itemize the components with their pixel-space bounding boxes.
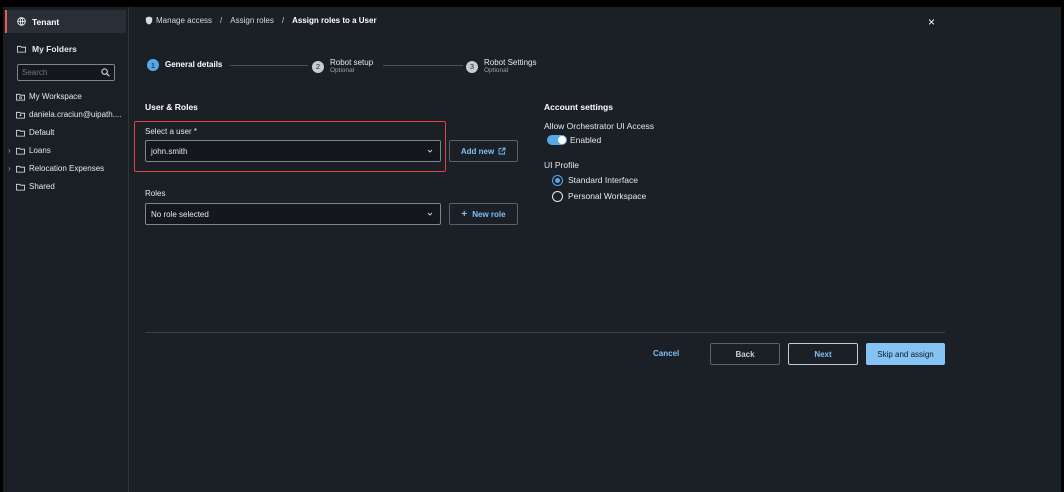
wizard-stepper: 1 General details 2 Robot setup Optional… (147, 59, 547, 79)
sidebar-item-label: Relocation Expenses (29, 164, 105, 173)
breadcrumb-assign-roles[interactable]: Assign roles (230, 16, 274, 25)
ui-access-state: Enabled (570, 135, 602, 145)
step-label: General details (165, 60, 223, 69)
roles-value: No role selected (151, 209, 209, 219)
step-connector (230, 65, 308, 66)
tenant-label: Tenant (32, 16, 60, 27)
ui-profile-label: UI Profile (544, 160, 579, 170)
sidebar-item-loans[interactable]: › Loans (8, 146, 51, 155)
next-button[interactable]: Next (788, 343, 858, 365)
tenant-selector[interactable]: Tenant (5, 10, 126, 33)
breadcrumb-separator: / (281, 16, 285, 25)
globe-icon (17, 17, 26, 26)
chevron-down-icon (427, 212, 433, 216)
search-icon (101, 68, 110, 77)
roles-dropdown[interactable]: No role selected (145, 203, 441, 225)
search-input[interactable] (22, 68, 102, 77)
new-role-label: New role (472, 209, 506, 219)
workspace-icon (16, 93, 25, 101)
plus-icon: + (461, 208, 468, 220)
folder-icon (16, 165, 25, 173)
folder-icon (16, 129, 25, 137)
sidebar-item-label: daniela.craciun@uipath.... (29, 110, 122, 119)
chevron-right-icon[interactable]: › (8, 164, 16, 173)
close-icon[interactable]: × (928, 15, 935, 29)
folder-icon (17, 45, 26, 53)
account-settings-title: Account settings (544, 102, 613, 112)
step-general-details[interactable]: 1 General details (147, 59, 222, 71)
select-user-label: Select a user * (145, 127, 198, 136)
step-number: 1 (147, 59, 159, 71)
step-connector (383, 65, 463, 66)
sidebar-item-default[interactable]: Default (8, 128, 54, 137)
skip-and-assign-button[interactable]: Skip and assign (866, 343, 945, 365)
chevron-down-icon (427, 149, 433, 153)
shield-icon (145, 16, 153, 25)
select-user-dropdown[interactable]: john.smith (145, 140, 441, 162)
step-robot-settings[interactable]: 3 Robot Settings Optional (466, 59, 536, 74)
step-number: 3 (466, 60, 478, 73)
step-sublabel: Optional (484, 67, 509, 74)
sidebar-item-label: My Workspace (29, 92, 82, 101)
ui-access-label: Allow Orchestrator UI Access (544, 121, 655, 131)
ui-access-toggle[interactable] (547, 135, 567, 145)
step-label: Robot Settings (484, 58, 537, 67)
radio-personal-workspace[interactable] (552, 191, 563, 202)
sidebar-item-label: Loans (29, 146, 51, 155)
add-new-label: Add new (460, 146, 495, 156)
external-link-icon (498, 147, 506, 155)
sidebar-item-shared[interactable]: Shared (8, 182, 55, 191)
cancel-button[interactable]: Cancel (653, 349, 679, 358)
app-frame: Tenant My Folders My Workspace daniela.c… (3, 7, 1061, 492)
step-robot-setup[interactable]: 2 Robot setup Optional (312, 59, 373, 74)
breadcrumb-current: Assign roles to a User (292, 16, 377, 25)
radio-label-standard: Standard Interface (568, 175, 638, 185)
step-label: Robot setup (330, 58, 374, 67)
assign-roles-panel: Manage access / Assign roles / Assign ro… (130, 7, 1061, 492)
sidebar: Tenant My Folders My Workspace daniela.c… (3, 7, 129, 492)
sidebar-item-label: Shared (29, 182, 55, 191)
footer-divider (145, 332, 945, 333)
add-new-user-button[interactable]: Add new (449, 140, 518, 162)
sidebar-item-my-workspace[interactable]: My Workspace (8, 92, 82, 101)
user-roles-title: User & Roles (145, 102, 198, 112)
back-button[interactable]: Back (710, 343, 780, 365)
radio-standard-interface[interactable] (552, 175, 563, 186)
folder-user-icon (16, 111, 25, 119)
select-user-value: john.smith (151, 146, 188, 156)
step-sublabel: Optional (330, 67, 355, 74)
roles-label: Roles (145, 189, 166, 198)
new-role-button[interactable]: + New role (449, 203, 518, 225)
folder-search[interactable] (17, 64, 115, 81)
breadcrumb-manage-access[interactable]: Manage access (156, 16, 212, 25)
sidebar-item-user-folder[interactable]: daniela.craciun@uipath.... (8, 110, 122, 119)
toggle-knob (558, 136, 566, 144)
step-number: 2 (312, 60, 324, 73)
radio-label-personal: Personal Workspace (568, 191, 647, 201)
breadcrumb-separator: / (220, 16, 223, 25)
sidebar-item-relocation-expenses[interactable]: › Relocation Expenses (8, 164, 104, 173)
sidebar-item-label: Default (29, 128, 55, 137)
my-folders-heading[interactable]: My Folders (17, 44, 77, 54)
folder-icon (16, 183, 25, 191)
chevron-right-icon[interactable]: › (8, 146, 16, 155)
folder-icon (16, 147, 25, 155)
breadcrumb: Manage access / Assign roles / Assign ro… (145, 16, 377, 25)
my-folders-label: My Folders (32, 44, 77, 54)
